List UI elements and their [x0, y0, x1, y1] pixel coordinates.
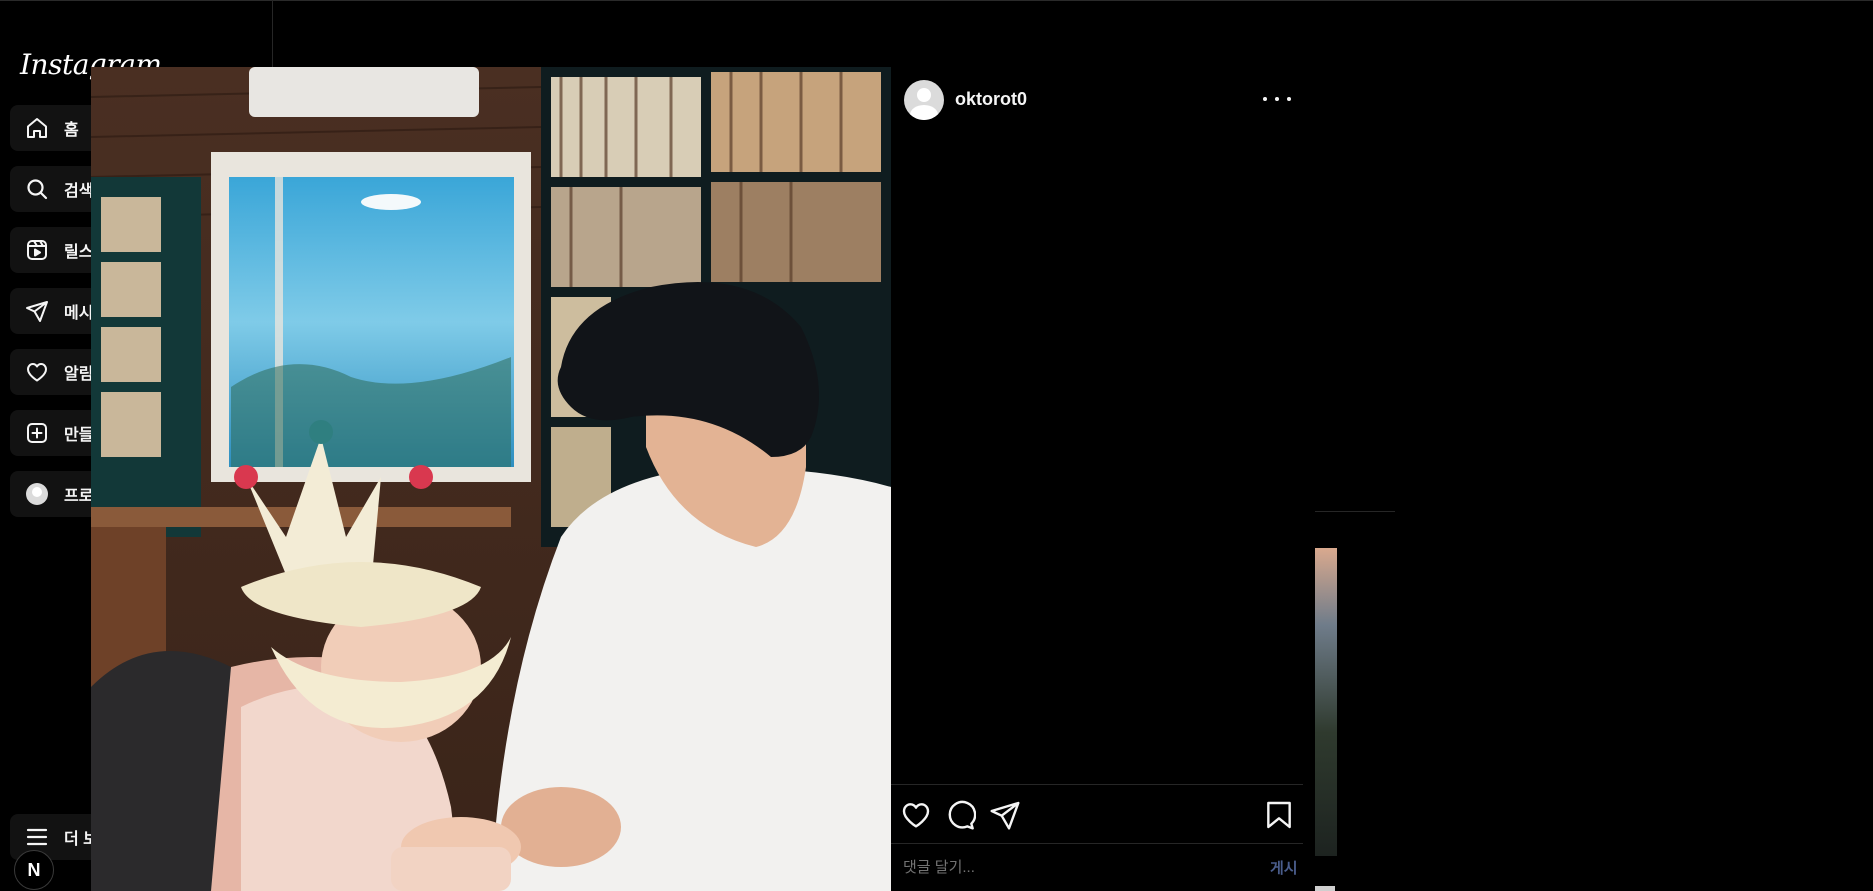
more-options-icon[interactable]: [1263, 87, 1291, 111]
sidebar-item-label: 검색: [64, 183, 94, 200]
dot: [1287, 97, 1291, 101]
share-icon[interactable]: [989, 799, 1021, 831]
feed-post-image: [1315, 548, 1337, 856]
post-sidebar: oktorot0 게시: [891, 67, 1315, 891]
plus-square-icon: [24, 420, 50, 446]
send-icon: [24, 298, 50, 324]
top-border: [0, 0, 1873, 1]
profile-icon-wrap: [24, 481, 50, 507]
actions-divider: [891, 784, 1303, 785]
reels-icon: [24, 237, 50, 263]
post-comment-button[interactable]: 게시: [1270, 857, 1298, 878]
avatar[interactable]: [904, 80, 944, 120]
menu-icon: [24, 824, 50, 850]
sidebar-item-label: 릴스: [64, 244, 94, 261]
sidebar-item-label: 홈: [64, 122, 79, 139]
avatar-head: [917, 88, 931, 102]
avatar-body: [910, 105, 938, 120]
bookmark-icon[interactable]: [1263, 799, 1295, 831]
comment-divider: [891, 843, 1303, 844]
post-modal: oktorot0 게시: [91, 67, 1315, 891]
post-photo[interactable]: [91, 67, 891, 891]
dot: [1263, 97, 1267, 101]
comment-input[interactable]: [901, 852, 1245, 882]
heart-icon: [24, 359, 50, 385]
post-photo-illustration: [91, 67, 891, 891]
notification-badge[interactable]: N: [14, 850, 54, 890]
search-icon: [24, 176, 50, 202]
feed-divider: [1315, 511, 1395, 512]
like-heart-icon[interactable]: [900, 799, 932, 831]
home-icon: [24, 115, 50, 141]
avatar: [26, 483, 48, 505]
dot: [1275, 97, 1279, 101]
post-username[interactable]: oktorot0: [955, 89, 1027, 110]
sidebar-item-label: 알림: [64, 366, 94, 383]
comment-icon[interactable]: [944, 799, 977, 831]
